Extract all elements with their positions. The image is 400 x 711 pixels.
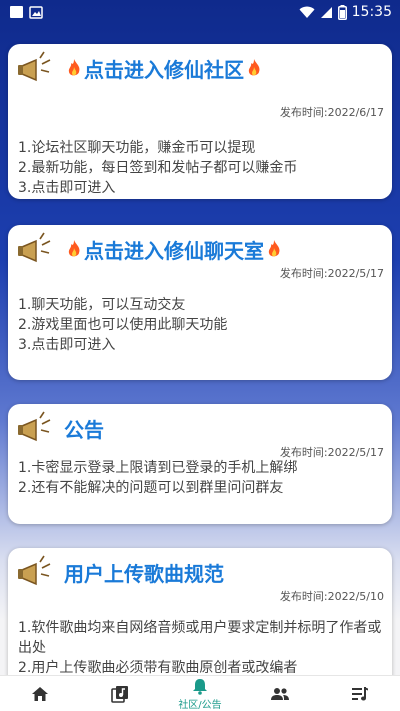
card-line: 1.软件歌曲均来自网络音频或用户要求定制并标明了作者或 [18,620,382,636]
card-chatroom[interactable]: 点击进入修仙聊天室 发布时间:2022/5/17 1.聊天功能，可以互动交友 2… [8,225,392,380]
card-line: 2.最新功能，每日签到和发帖子都可以赚金币 [18,160,298,176]
nav-library[interactable] [80,676,160,711]
nav-home[interactable] [0,676,80,711]
megaphone-icon [18,411,51,442]
megaphone-icon [18,51,51,82]
publish-date: 发布时间:2022/5/10 [279,590,384,603]
card-upload-rules[interactable]: 用户上传歌曲规范 发布时间:2022/5/10 1.软件歌曲均来自网络音频或用户… [8,548,392,675]
card-header: 公告 [16,410,104,446]
people-icon [271,687,289,700]
card-community[interactable]: 点击进入修仙社区 发布时间:2022/6/17 1.论坛社区聊天功能，赚金币可以… [8,44,392,199]
card-line: 2.游戏里面也可以使用此聊天功能 [18,317,228,333]
bell-icon [193,678,207,695]
card-body: 1.软件歌曲均来自网络音频或用户要求定制并标明了作者或 出处 2.用户上传歌曲必… [18,618,382,675]
card-title: 用户上传歌曲规范 [64,558,224,587]
card-header: 点击进入修仙聊天室 [16,231,284,267]
card-body: 1.聊天功能，可以互动交友 2.游戏里面也可以使用此聊天功能 3.点击即可进入 [18,295,378,355]
fire-icon [248,59,260,76]
status-time: 15:35 [351,4,392,20]
card-header: 用户上传歌曲规范 [16,554,224,590]
image-notification-icon [29,5,43,19]
signal-icon [320,6,332,18]
nav-people[interactable] [240,676,320,711]
card-title: 公告 [64,414,104,443]
card-body: 1.论坛社区聊天功能，赚金币可以提现 2.最新功能，每日签到和发帖子都可以赚金币… [18,138,378,198]
status-left [10,5,43,19]
card-title-text: 点击进入修仙社区 [84,57,244,82]
card-line: 1.论坛社区聊天功能，赚金币可以提现 [18,140,256,156]
wifi-icon [299,6,315,18]
library-music-icon [111,685,128,703]
fire-icon [68,240,80,257]
megaphone-icon [18,232,51,263]
nav-community[interactable]: 社区/公告 [160,676,240,711]
card-line: 出处 [18,640,46,656]
card-announcement[interactable]: 公告 发布时间:2022/5/17 1.卡密显示登录上限请到已登录的手机上解绑 … [8,404,392,524]
nav-label: 社区/公告 [178,699,222,711]
notification-square-icon [10,6,23,18]
card-line: 3.点击即可进入 [18,180,116,196]
card-line: 2.用户上传歌曲必须带有歌曲原创者或改编者 [18,660,298,675]
card-title-text: 公告 [64,417,104,442]
card-header: 点击进入修仙社区 [16,50,264,86]
status-right: 15:35 [299,4,392,20]
card-line: 3.点击即可进入 [18,337,116,353]
card-title-text: 点击进入修仙聊天室 [84,238,264,263]
playlist-icon [352,686,368,700]
megaphone-icon [18,555,51,586]
card-line: 2.还有不能解决的问题可以到群里问问群友 [18,480,284,496]
card-line: 1.聊天功能，可以互动交友 [18,297,186,313]
home-icon [32,686,48,701]
publish-date: 发布时间:2022/6/17 [279,106,384,119]
fire-icon [268,240,280,257]
announcement-list[interactable]: 点击进入修仙社区 发布时间:2022/6/17 1.论坛社区聊天功能，赚金币可以… [0,24,400,675]
card-title: 点击进入修仙聊天室 [64,235,284,264]
battery-icon [337,4,347,20]
publish-date: 发布时间:2022/5/17 [279,267,384,280]
card-title: 点击进入修仙社区 [64,54,264,83]
nav-playlist[interactable] [320,676,400,711]
card-line: 1.卡密显示登录上限请到已登录的手机上解绑 [18,460,298,476]
status-bar: 15:35 [0,0,400,24]
card-title-text: 用户上传歌曲规范 [64,561,224,586]
fire-icon [68,59,80,76]
card-body: 1.卡密显示登录上限请到已登录的手机上解绑 2.还有不能解决的问题可以到群里问问… [18,458,378,498]
bottom-navigation: 社区/公告 [0,675,400,711]
